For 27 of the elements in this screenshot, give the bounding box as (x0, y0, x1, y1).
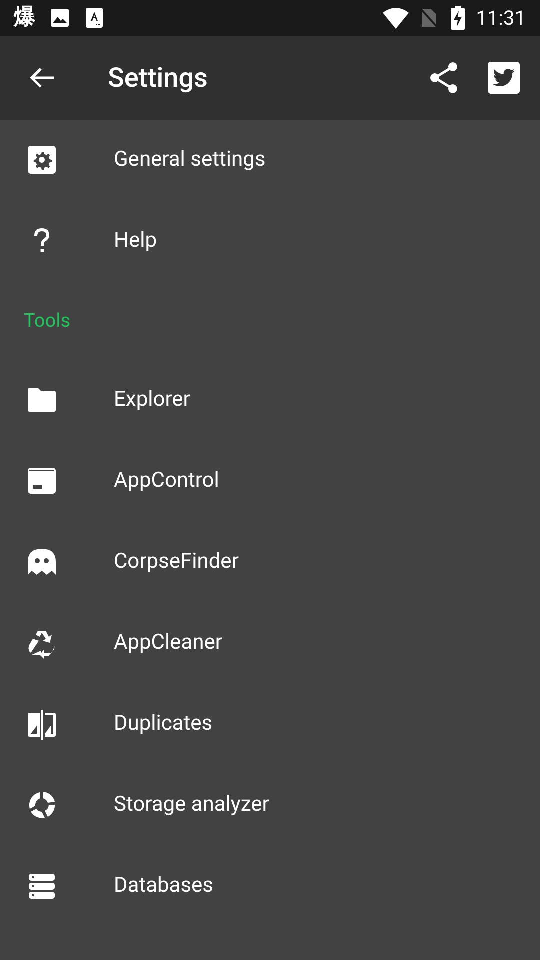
back-arrow-icon (29, 67, 55, 89)
settings-item[interactable]: AppControl (0, 441, 540, 522)
notification-icon: 爆 (14, 7, 36, 29)
settings-item[interactable]: Explorer (0, 360, 540, 441)
app-window-icon (28, 466, 56, 496)
image-icon (50, 8, 70, 28)
font-icon (86, 8, 103, 28)
ghost-icon (28, 548, 56, 578)
settings-item[interactable]: Storage analyzer (0, 765, 540, 846)
clock-time: 11:31 (476, 8, 526, 28)
settings-item[interactable]: Help (0, 201, 540, 282)
wifi-icon (383, 8, 410, 28)
pie-ring-icon (28, 790, 56, 820)
battery-charging-icon (451, 6, 466, 30)
settings-item[interactable]: General settings (0, 120, 540, 201)
twitter-button[interactable] (488, 62, 520, 94)
settings-item[interactable]: Duplicates (0, 684, 540, 765)
share-icon (429, 62, 459, 94)
settings-item[interactable]: Databases (0, 846, 540, 927)
screen-title: Settings (108, 60, 208, 96)
split-image-icon (28, 710, 56, 740)
bird-icon (493, 69, 515, 87)
database-icon (28, 872, 56, 902)
section-header: Tools (24, 308, 71, 334)
gear-icon (28, 146, 56, 176)
settings-item[interactable]: CorpseFinder (0, 522, 540, 603)
settings-item[interactable]: AppCleaner (0, 603, 540, 684)
